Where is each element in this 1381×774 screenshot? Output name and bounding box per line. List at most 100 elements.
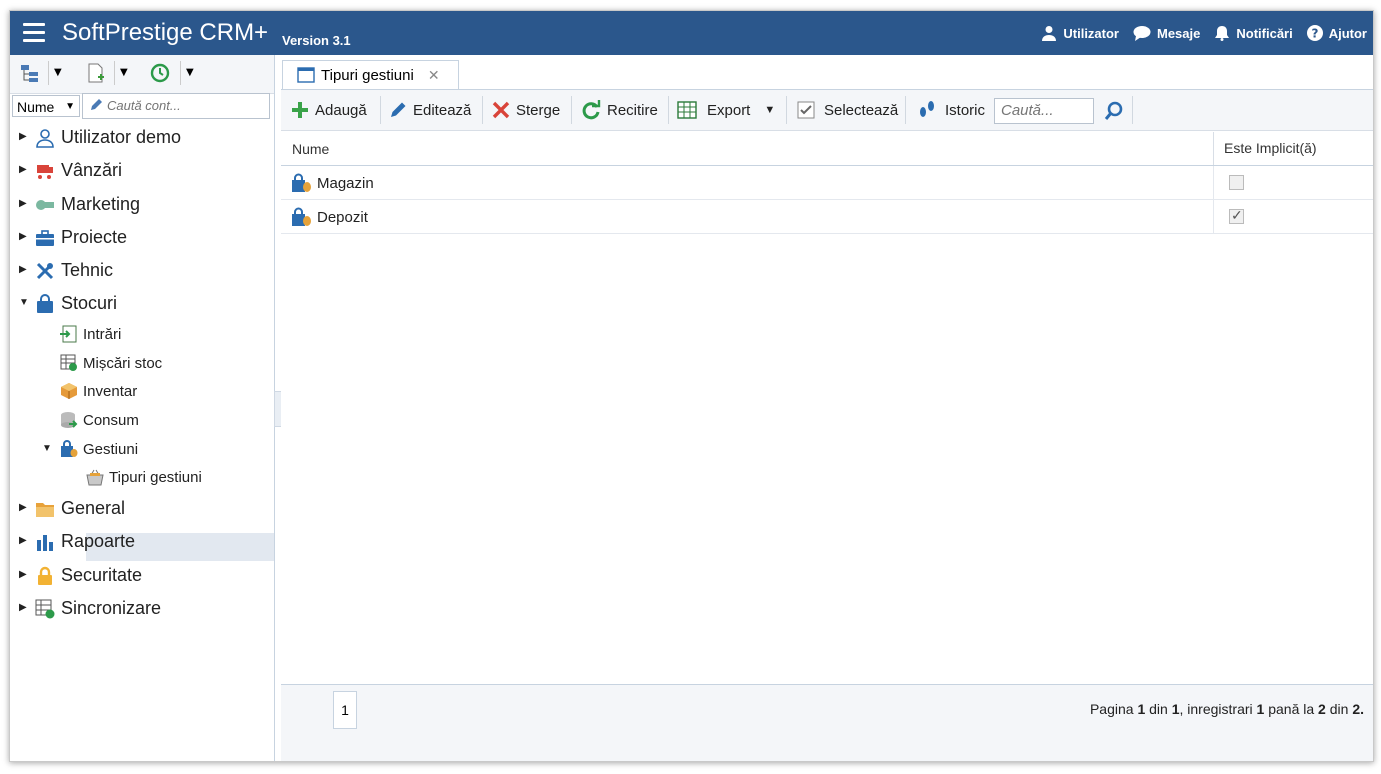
history-icon[interactable] — [150, 63, 170, 83]
search-field-select[interactable]: Nume ▼ — [12, 95, 80, 117]
basket-icon — [86, 469, 104, 486]
bar-chart-icon — [37, 534, 53, 551]
tree-item-tehnic[interactable]: ▶ Tehnic — [19, 260, 113, 281]
tree-item-intrari[interactable]: Intrări — [60, 325, 121, 343]
grid-toolbar: Adaugă Editează Sterge Recitire Export ▼ — [281, 90, 1373, 131]
export-button-label: Export — [707, 101, 751, 119]
toolbar-divider — [114, 61, 115, 85]
account-search-input[interactable] — [107, 98, 267, 113]
plus-icon — [292, 102, 308, 118]
toolbar-divider — [180, 61, 181, 85]
expand-arrow-icon[interactable]: ▶ — [19, 602, 27, 613]
expand-arrow-icon[interactable]: ▶ — [19, 131, 27, 142]
tree-view-icon[interactable] — [20, 63, 40, 83]
account-search-box — [82, 93, 270, 119]
cell-name: Depozit — [291, 207, 368, 227]
tree-item-label: General — [61, 498, 126, 518]
pager-info: Pagina 1 din 1, inregistrari 1 pană la 2… — [1090, 701, 1364, 717]
chevron-down-icon[interactable]: ▼ — [764, 104, 775, 116]
sync-table-icon — [35, 599, 55, 618]
tree-item-label: Consum — [83, 411, 139, 429]
app-window: SoftPrestige CRM+ Version 3.1 Utilizator… — [9, 10, 1374, 762]
expand-arrow-icon[interactable]: ▶ — [19, 164, 27, 175]
toolbar-divider — [1132, 96, 1133, 124]
app-name: SoftPrestige CRM+ — [62, 19, 269, 46]
store-bag-icon — [292, 207, 311, 226]
toolbar-divider — [48, 61, 49, 85]
tree-item-rapoarte[interactable]: ▶ Rapoarte — [19, 531, 135, 552]
tree-item-tipuri-gestiuni[interactable]: Tipuri gestiuni — [86, 468, 202, 486]
column-header-name[interactable]: Nume — [292, 141, 329, 157]
checkbox-icon — [797, 101, 815, 119]
collapse-arrow-icon[interactable]: ▼ — [42, 443, 52, 454]
expand-arrow-icon[interactable]: ▶ — [19, 264, 27, 275]
grid-search-box — [994, 98, 1094, 124]
tree-item-vanzari[interactable]: ▶ Vânzări — [19, 160, 122, 181]
table-row[interactable]: Magazin — [281, 166, 1373, 200]
expand-arrow-icon[interactable]: ▶ — [19, 502, 27, 513]
select-button[interactable]: Selectează — [797, 98, 898, 122]
pager-text: pană la — [1264, 701, 1319, 717]
top-menu-notifications[interactable]: Notificări — [1214, 25, 1293, 41]
table-row[interactable]: Depozit — [281, 200, 1373, 234]
tab-tipuri-gestiuni[interactable]: Tipuri gestiuni ✕ — [282, 60, 459, 89]
tree-item-label: Tipuri gestiuni — [109, 468, 202, 486]
top-menu-messages[interactable]: Mesaje — [1133, 25, 1200, 41]
tree-item-general[interactable]: ▶ General — [19, 498, 125, 519]
tree-item-utilizator-demo[interactable]: ▶ Utilizator demo — [19, 127, 181, 148]
history-button[interactable]: Istoric — [917, 98, 985, 122]
tree-item-label: Gestiuni — [83, 440, 139, 458]
tree-item-proiecte[interactable]: ▶ Proiecte — [19, 227, 127, 248]
history-dropdown-icon[interactable]: ▼ — [186, 67, 194, 78]
top-menu-help[interactable]: ? Ajutor — [1306, 25, 1367, 41]
pager-text: din — [1325, 701, 1353, 717]
delete-button[interactable]: Sterge — [492, 98, 560, 122]
tree-item-label: Sincronizare — [61, 598, 162, 618]
new-document-icon[interactable] — [86, 63, 106, 83]
tree-item-stocuri[interactable]: ▼ Stocuri — [19, 293, 117, 314]
main-panel: Tipuri gestiuni ✕ Adaugă Editează Sterge — [281, 55, 1373, 761]
expand-arrow-icon[interactable]: ▶ — [19, 231, 27, 242]
expand-arrow-icon[interactable]: ▶ — [19, 535, 27, 546]
hamburger-menu-icon[interactable] — [23, 23, 45, 43]
pager-total: 2 — [1352, 701, 1361, 717]
tree-view-dropdown-icon[interactable]: ▼ — [54, 67, 62, 78]
default-checkbox[interactable] — [1229, 175, 1244, 190]
pager-text: Pagina — [1089, 701, 1138, 717]
collapse-arrow-icon[interactable]: ▼ — [19, 297, 29, 308]
expand-arrow-icon[interactable]: ▶ — [19, 198, 27, 209]
edit-button[interactable]: Editează — [389, 98, 471, 122]
reload-button[interactable]: Recitire — [581, 98, 658, 122]
toolbar-divider — [668, 96, 669, 124]
tree-item-sincronizare[interactable]: ▶ Sincronizare — [19, 598, 161, 619]
top-menu-notifications-label: Notificări — [1236, 25, 1293, 41]
top-menu-user[interactable]: Utilizator — [1041, 25, 1119, 41]
tree-item-inventar[interactable]: Inventar — [60, 382, 137, 400]
page-button[interactable]: 1 — [333, 691, 357, 729]
tools-icon — [36, 262, 54, 279]
tree-item-gestiuni[interactable]: ▼ Gestiuni — [42, 440, 138, 458]
expand-arrow-icon[interactable]: ▶ — [19, 569, 27, 580]
close-icon[interactable]: ✕ — [428, 67, 440, 84]
column-header-default[interactable]: Este Implicit(ă) — [1213, 132, 1317, 165]
add-button[interactable]: Adaugă — [291, 98, 367, 122]
select-button-label: Selectează — [824, 101, 899, 119]
tree-item-securitate[interactable]: ▶ Securitate — [19, 565, 142, 586]
tab-label: Tipuri gestiuni — [321, 66, 414, 84]
grid-search-input[interactable] — [1001, 102, 1091, 119]
tab-strip: Tipuri gestiuni ✕ — [281, 55, 1373, 90]
top-menu-messages-label: Mesaje — [1157, 25, 1201, 41]
pencil-icon — [91, 99, 102, 110]
tree-item-label: Proiecte — [61, 227, 128, 247]
tree-item-marketing[interactable]: ▶ Marketing — [19, 194, 140, 215]
new-document-dropdown-icon[interactable]: ▼ — [120, 67, 128, 78]
tree-item-consum[interactable]: Consum — [60, 411, 139, 429]
search-icon[interactable] — [1104, 101, 1124, 121]
reload-button-label: Recitire — [607, 101, 658, 119]
search-field-select-value: Nume — [17, 99, 55, 115]
tree-item-miscari-stoc[interactable]: Mișcări stoc — [60, 354, 162, 372]
refresh-icon — [582, 100, 601, 120]
sidebar-search: Nume ▼ — [10, 93, 274, 121]
export-button[interactable]: Export ▼ — [677, 98, 775, 122]
default-checkbox[interactable] — [1229, 207, 1244, 224]
